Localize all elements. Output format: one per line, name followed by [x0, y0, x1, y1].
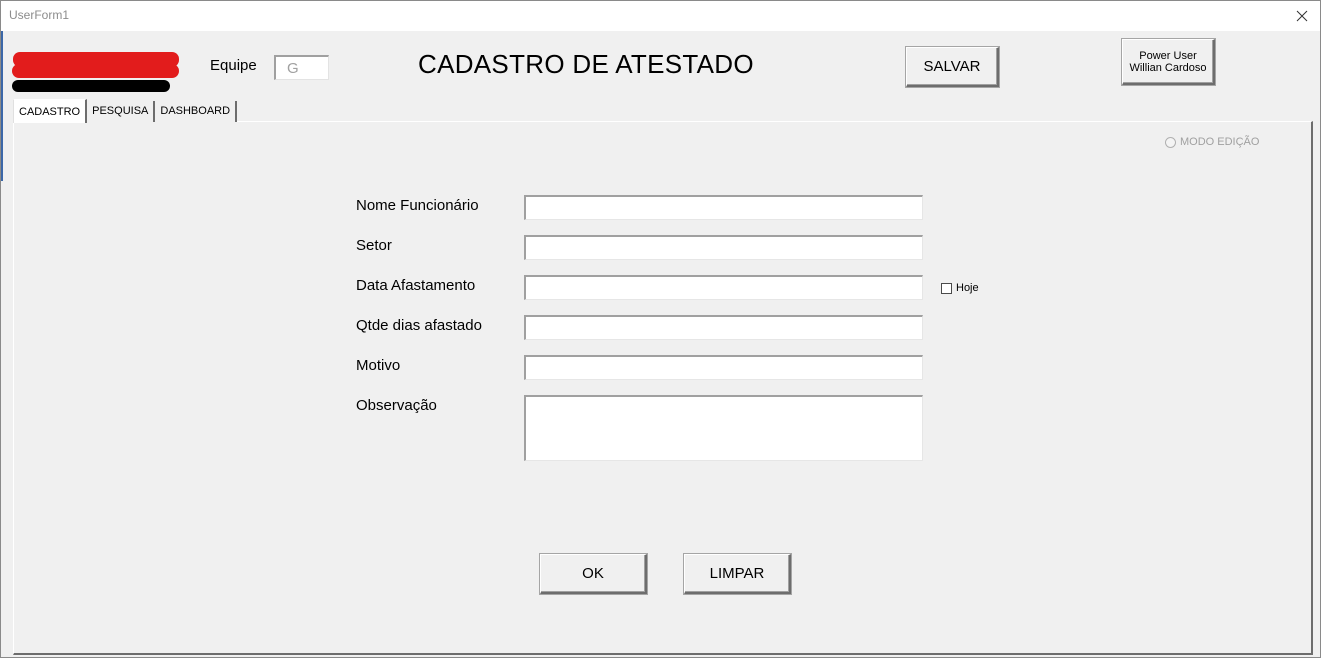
tab-dashboard[interactable]: DASHBOARD — [155, 101, 238, 122]
title-bar: UserForm1 — [1, 1, 1320, 31]
page-title: CADASTRO DE ATESTADO — [418, 49, 754, 79]
hoje-checkbox[interactable]: Hoje — [941, 282, 979, 294]
clear-button[interactable]: LIMPAR — [684, 554, 791, 594]
save-button[interactable]: SALVAR — [906, 47, 999, 87]
edit-mode-radio[interactable]: MODO EDIÇÃO — [1165, 136, 1259, 148]
hoje-label: Hoje — [956, 282, 979, 294]
tab-cadastro[interactable]: CADASTRO — [13, 99, 88, 123]
logo-icon — [12, 52, 179, 92]
data-afastamento-input[interactable] — [524, 275, 923, 300]
close-button[interactable] — [1284, 1, 1320, 31]
tab-strip: CADASTRO PESQUISA DASHBOARD — [13, 99, 238, 123]
setor-input[interactable] — [524, 235, 923, 260]
nome-funcionario-input[interactable] — [524, 195, 923, 220]
tab-pesquisa[interactable]: PESQUISA — [87, 101, 156, 122]
window-edge-strip — [1, 31, 3, 181]
observacao-input[interactable] — [524, 395, 923, 461]
observacao-label: Observação — [356, 397, 437, 414]
radio-circle-icon — [1165, 136, 1176, 148]
ok-button[interactable]: OK — [540, 554, 647, 594]
checkbox-icon — [941, 282, 952, 294]
qtde-dias-input[interactable] — [524, 315, 923, 340]
user-role: Power User — [1139, 49, 1197, 62]
equipe-label: Equipe — [210, 57, 257, 74]
user-button[interactable]: Power User Willian Cardoso — [1122, 39, 1215, 85]
nome-funcionario-label: Nome Funcionário — [356, 197, 479, 214]
motivo-input[interactable] — [524, 355, 923, 380]
data-afastamento-label: Data Afastamento — [356, 277, 476, 294]
window-title: UserForm1 — [9, 8, 70, 22]
userform-window: UserForm1 Equipe G CADASTRO DE ATESTADO … — [0, 0, 1321, 658]
qtde-dias-label: Qtde dias afastado — [356, 317, 482, 334]
setor-label: Setor — [356, 237, 392, 254]
user-name: Willian Cardoso — [1129, 61, 1207, 74]
edit-mode-label: MODO EDIÇÃO — [1180, 136, 1260, 148]
close-icon — [1296, 10, 1308, 22]
equipe-field[interactable]: G — [274, 55, 329, 80]
motivo-label: Motivo — [356, 357, 401, 374]
